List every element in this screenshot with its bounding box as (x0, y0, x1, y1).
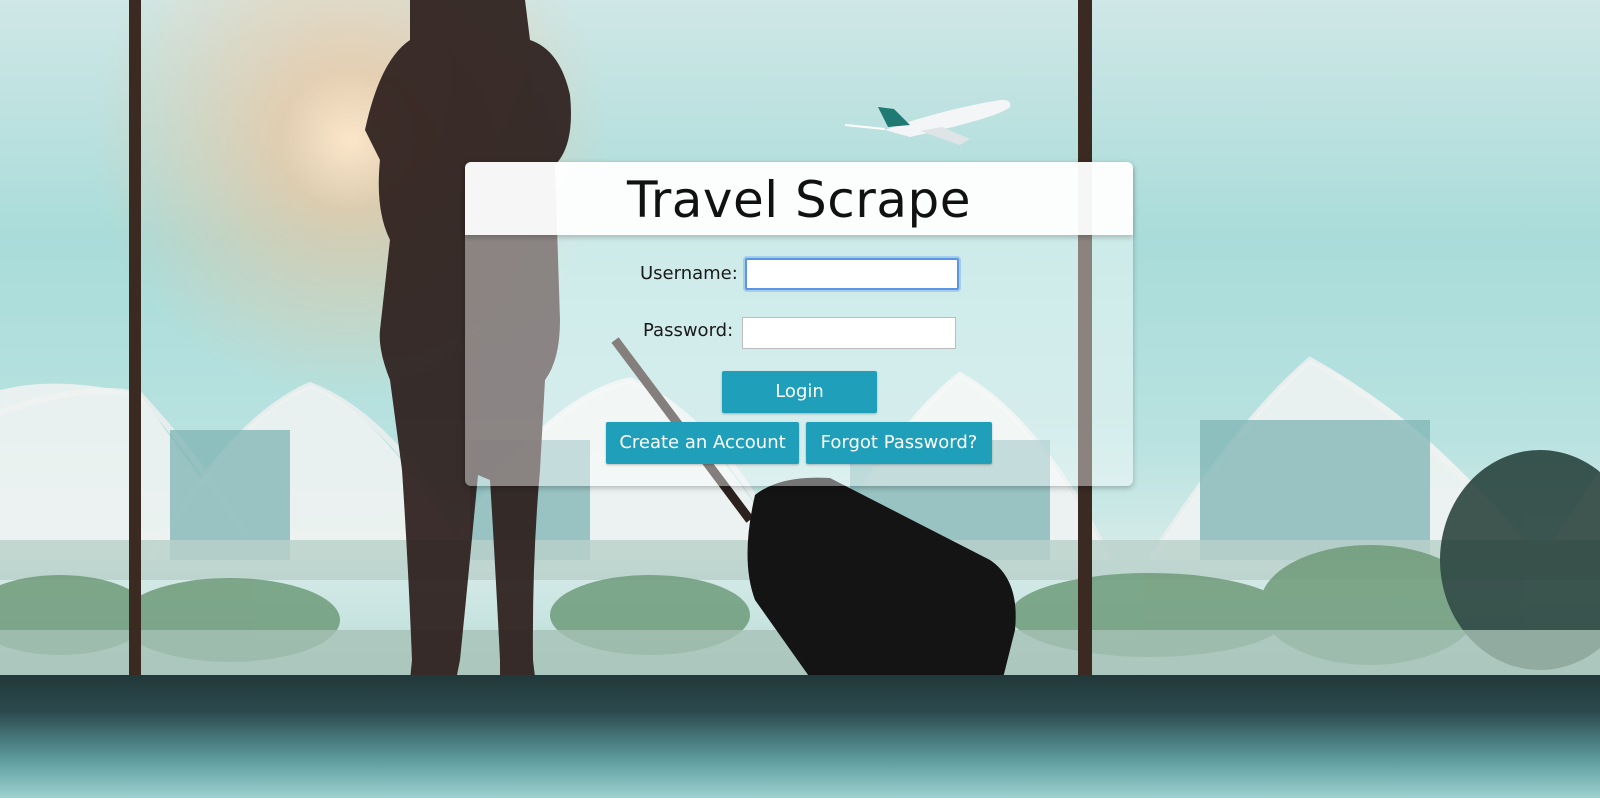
username-input[interactable] (745, 258, 959, 290)
reflective-floor (0, 675, 1600, 798)
password-label: Password: (643, 320, 734, 341)
username-label: Username: (640, 263, 738, 284)
app-title: Travel Scrape (627, 171, 971, 229)
panel-header: Travel Scrape (465, 162, 1133, 235)
forgot-password-button[interactable]: Forgot Password? (806, 422, 992, 464)
login-panel: Travel Scrape Username: Password: Login … (465, 162, 1133, 486)
airplane-icon (844, 99, 1011, 145)
password-row: Password: (465, 313, 1133, 349)
create-account-button[interactable]: Create an Account (606, 422, 799, 464)
login-button[interactable]: Login (722, 371, 877, 413)
username-row: Username: (465, 256, 1133, 292)
password-input[interactable] (742, 317, 956, 349)
